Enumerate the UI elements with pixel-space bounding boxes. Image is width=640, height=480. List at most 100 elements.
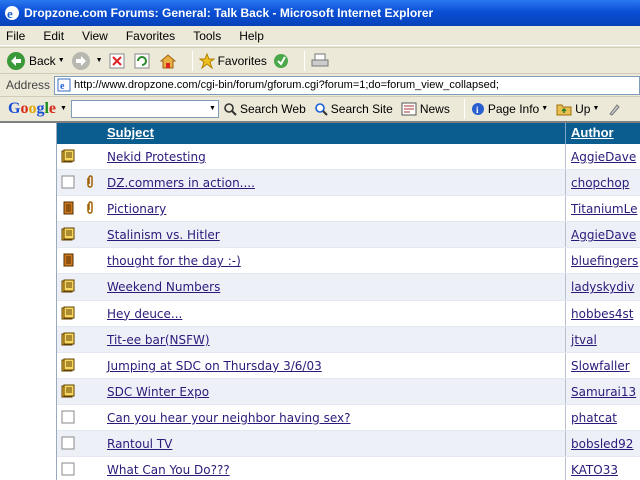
thread-author-link[interactable]: chopchop	[571, 176, 629, 190]
thread-list: Nekid Protesting AggieDave DZ.commers in a…	[57, 144, 640, 480]
up-button[interactable]: Up ▼	[556, 102, 599, 116]
search-site-button[interactable]: Search Site	[314, 102, 393, 116]
menu-file[interactable]: File	[6, 29, 25, 43]
attachment-paperclip-icon	[85, 201, 95, 215]
thread-author-link[interactable]: TitaniumLe	[571, 202, 637, 216]
favorites-button[interactable]: Favorites	[198, 52, 267, 69]
thread-status-new-icon	[61, 384, 75, 398]
menu-help[interactable]: Help	[239, 29, 264, 43]
page-info-dropdown-icon[interactable]: ▼	[541, 105, 548, 112]
thread-status-hot-icon	[61, 201, 75, 215]
column-divider	[565, 274, 566, 300]
table-row: Pictionary TitaniumLe	[57, 196, 640, 223]
thread-subject-link[interactable]: Weekend Numbers	[107, 280, 220, 294]
standard-toolbar: Back ▼ ▼ Favorites	[0, 47, 640, 73]
column-divider	[565, 196, 566, 222]
thread-subject-link[interactable]: thought for the day :-)	[107, 254, 241, 268]
menu-favorites[interactable]: Favorites	[126, 29, 175, 43]
google-search-input[interactable]: ▼	[70, 99, 219, 118]
thread-subject-link[interactable]: DZ.commers in action....	[107, 176, 255, 190]
refresh-icon	[134, 53, 150, 68]
thread-subject-link[interactable]: Pictionary	[107, 202, 166, 216]
thread-author-link[interactable]: hobbes4st	[571, 307, 633, 321]
news-button[interactable]: News	[401, 102, 450, 116]
google-search-dropdown-icon[interactable]: ▼	[209, 105, 216, 112]
thread-subject-link[interactable]: Tit-ee bar(NSFW)	[107, 333, 210, 347]
thread-author-link[interactable]: Slowfaller	[571, 359, 630, 373]
table-row: SDC Winter Expo Samurai13	[57, 378, 640, 405]
thread-subject-link[interactable]: SDC Winter Expo	[107, 385, 209, 399]
table-row: Can you hear your neighbor having sex? ph…	[57, 404, 640, 432]
toolbar-separator	[463, 98, 465, 119]
table-row: What Can You Do??? KATO33	[57, 457, 640, 480]
highlight-button[interactable]	[607, 102, 624, 116]
table-row: Jumping at SDC on Thursday 3/6/03 Slowfal…	[57, 352, 640, 379]
table-row: Nekid Protesting AggieDave	[57, 144, 640, 171]
thread-subject-link[interactable]: Nekid Protesting	[107, 150, 206, 164]
thread-subject-link[interactable]: Can you hear your neighbor having sex?	[107, 411, 350, 425]
print-button[interactable]	[311, 53, 332, 69]
thread-status-new-icon	[61, 306, 75, 320]
back-dropdown-icon[interactable]: ▼	[58, 57, 65, 64]
svg-text:e: e	[60, 81, 65, 92]
thread-subject-link[interactable]: What Can You Do???	[107, 463, 230, 477]
star-icon	[198, 52, 215, 69]
stop-icon	[109, 53, 125, 68]
google-logo[interactable]: Google	[8, 100, 56, 118]
news-icon	[401, 102, 417, 115]
thread-subject-link[interactable]: Rantoul TV	[107, 437, 172, 451]
thread-author-link[interactable]: phatcat	[571, 411, 617, 425]
ie-icon: e	[5, 6, 19, 21]
table-row: DZ.commers in action.... chopchop	[57, 170, 640, 197]
column-divider	[565, 457, 566, 480]
thread-author-link[interactable]: Samurai13	[571, 385, 636, 399]
toolbar-separator	[303, 50, 305, 71]
search-web-button[interactable]: Search Web	[223, 102, 306, 116]
page-content[interactable]: Subject Author Nekid Protesting AggieDave…	[0, 121, 640, 480]
forward-button[interactable]: ▼	[71, 51, 103, 71]
thread-subject-link[interactable]: Jumping at SDC on Thursday 3/6/03	[107, 359, 322, 373]
thread-author-link[interactable]: bluefingers	[571, 254, 638, 268]
thread-status-empty-icon	[61, 175, 75, 189]
search-web-icon	[224, 102, 237, 116]
thread-author-link[interactable]: bobsled92	[571, 437, 633, 451]
thread-status-new-icon	[61, 358, 75, 372]
page-info-button[interactable]: i Page Info ▼	[471, 102, 548, 116]
table-row: Stalinism vs. Hitler AggieDave	[57, 222, 640, 249]
thread-author-link[interactable]: AggieDave	[571, 150, 636, 164]
forum-thread-table: Subject Author Nekid Protesting AggieDave…	[57, 123, 640, 480]
column-divider	[565, 248, 566, 274]
thread-status-new-icon	[61, 227, 75, 241]
address-input[interactable]: e http://www.dropzone.com/cgi-bin/forum/…	[54, 75, 640, 95]
forward-dropdown-icon[interactable]: ▼	[96, 57, 103, 64]
thread-author-link[interactable]: jtval	[571, 333, 597, 347]
google-menu-dropdown-icon[interactable]: ▼	[60, 105, 67, 112]
thread-status-empty-icon	[61, 462, 75, 476]
thread-subject-link[interactable]: Stalinism vs. Hitler	[107, 228, 220, 242]
column-header-subject[interactable]: Subject	[107, 125, 154, 140]
back-button[interactable]: Back ▼	[6, 51, 65, 71]
media-button[interactable]	[273, 53, 292, 69]
column-header-author[interactable]: Author	[571, 125, 614, 140]
up-dropdown-icon[interactable]: ▼	[592, 105, 599, 112]
thread-subject-link[interactable]: Hey deuce...	[107, 307, 182, 321]
column-divider	[565, 378, 566, 404]
window-title: Dropzone.com Forums: General: Talk Back …	[24, 6, 434, 20]
menu-tools[interactable]: Tools	[193, 29, 221, 43]
thread-author-link[interactable]: ladyskydiv	[571, 280, 634, 294]
menu-edit[interactable]: Edit	[43, 29, 64, 43]
home-button[interactable]	[159, 53, 180, 69]
window-titlebar[interactable]: e Dropzone.com Forums: General: Talk Bac…	[0, 0, 640, 26]
menu-view[interactable]: View	[82, 29, 108, 43]
refresh-button[interactable]	[134, 53, 153, 69]
thread-status-empty-icon	[61, 410, 75, 424]
attachment-paperclip-icon	[85, 175, 95, 189]
column-divider	[565, 300, 566, 326]
thread-author-link[interactable]: KATO33	[571, 463, 618, 477]
table-row: thought for the day :-) bluefingers	[57, 248, 640, 275]
thread-author-link[interactable]: AggieDave	[571, 228, 636, 242]
media-icon	[273, 53, 288, 68]
stop-button[interactable]	[109, 53, 128, 69]
highlighter-icon	[609, 103, 621, 116]
forward-arrow-icon	[71, 51, 90, 70]
